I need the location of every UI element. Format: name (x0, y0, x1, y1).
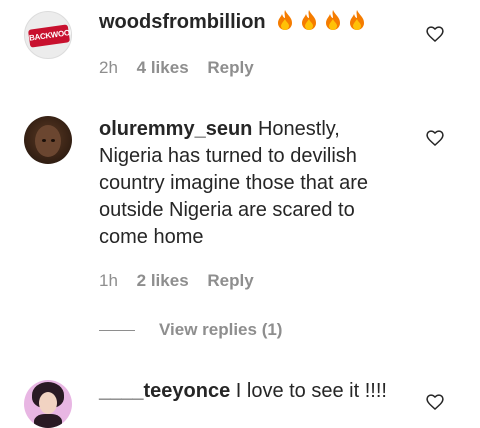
comment-username[interactable]: ____teeyonce (99, 380, 230, 402)
fire-emoji-icon (350, 10, 365, 30)
comment-time: 1h (99, 271, 118, 290)
comment-item: ____teeyonce I love to see it !!!! (0, 365, 480, 428)
avatar-eye (51, 139, 55, 142)
likes-count[interactable]: 2 likes (137, 271, 189, 290)
comment-text: I love to see it !!!! (235, 380, 387, 402)
avatar[interactable] (24, 116, 72, 164)
backwoods-logo-icon: BACKWOODS (27, 24, 71, 48)
avatar[interactable]: BACKWOODS (24, 11, 72, 59)
comment-username[interactable]: woodsfrombillion (99, 11, 266, 33)
heart-outline-icon[interactable] (425, 392, 445, 412)
avatar-face (35, 125, 61, 157)
comment-body: ____teeyonce I love to see it !!!! (99, 378, 399, 405)
avatar-body (34, 414, 62, 428)
comment-meta: 2h 4 likes Reply (99, 58, 268, 78)
view-replies-button[interactable]: View replies (1) (159, 320, 282, 340)
heart-outline-icon[interactable] (425, 24, 445, 44)
avatar-eye (42, 139, 46, 142)
comment-meta: 1h 2 likes Reply (99, 271, 268, 291)
avatar-face (39, 392, 57, 414)
comment-body: oluremmy_seun Honestly, Nigeria has turn… (99, 116, 399, 251)
likes-count[interactable]: 4 likes (137, 58, 189, 77)
replies-divider (99, 330, 135, 331)
reply-button[interactable]: Reply (207, 58, 253, 77)
reply-button[interactable]: Reply (207, 271, 253, 290)
fire-emoji-icon (302, 10, 317, 30)
avatar[interactable] (24, 380, 72, 428)
heart-outline-icon[interactable] (425, 128, 445, 148)
comment-body: woodsfrombillion 🔥🔥🔥🔥 (99, 9, 399, 36)
comment-item: BACKWOODS woodsfrombillion 🔥🔥🔥🔥 2h 4 lik… (0, 0, 480, 100)
fire-emoji-icon (278, 10, 293, 30)
fire-emoji-icon (326, 10, 341, 30)
comment-time: 2h (99, 58, 118, 77)
comment-username[interactable]: oluremmy_seun (99, 118, 252, 140)
